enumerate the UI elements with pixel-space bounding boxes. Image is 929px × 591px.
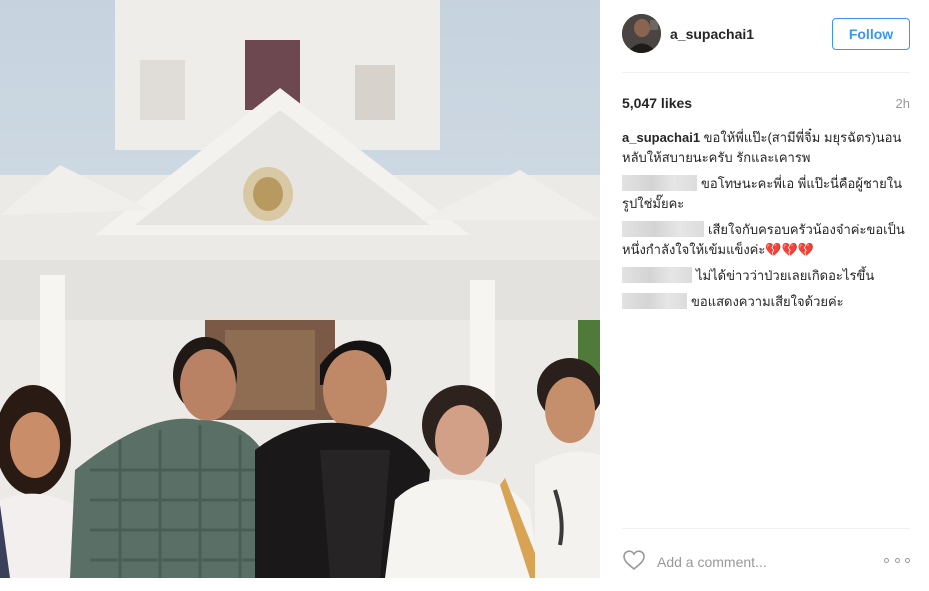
comment-item: ขอโทษนะคะพี่เอ พี่แป๊ะนี่คือผู้ชายในรูปใ… <box>622 174 912 214</box>
redacted-username <box>622 293 687 309</box>
redacted-username <box>622 175 697 191</box>
comment-item: ขอแสดงความเสียใจด้วยค่ะ <box>622 292 912 312</box>
add-comment-input[interactable] <box>657 552 877 572</box>
more-options-icon[interactable] <box>884 553 910 567</box>
avatar[interactable] <box>622 14 661 53</box>
follow-button[interactable]: Follow <box>832 18 910 50</box>
post-photo[interactable] <box>0 0 600 578</box>
post-time[interactable]: 2h <box>896 96 910 111</box>
comment-author[interactable]: a_supachai1 <box>622 130 700 145</box>
redacted-username <box>622 267 692 283</box>
comment-item: เสียใจกับครอบครัวน้องจ๋าค่ะขอเป็นหนึ่งกำ… <box>622 220 912 260</box>
comment-list: a_supachai1 ขอให้พี่แป๊ะ(สามีพี่จิ๋ม มยุ… <box>622 128 912 318</box>
comment-text: ขอแสดงความเสียใจด้วยค่ะ <box>691 294 844 309</box>
avatar-image <box>622 14 661 53</box>
post-photo-image <box>0 0 600 578</box>
likes-count[interactable]: 5,047 likes <box>622 95 692 111</box>
comment-item: a_supachai1 ขอให้พี่แป๊ะ(สามีพี่จิ๋ม มยุ… <box>622 128 912 168</box>
post-side-panel: a_supachai1 Follow 5,047 likes 2h a_supa… <box>600 0 929 591</box>
divider <box>622 528 910 529</box>
username[interactable]: a_supachai1 <box>670 26 754 42</box>
comment-text: ไม่ได้ข่าวว่าป่วยเลยเกิดอะไรขึ้น <box>696 268 875 283</box>
divider <box>622 72 910 73</box>
post-header: a_supachai1 Follow <box>622 14 910 54</box>
comment-item: ไม่ได้ข่าวว่าป่วยเลยเกิดอะไรขึ้น <box>622 266 912 286</box>
post-footer <box>622 547 910 577</box>
redacted-username <box>622 221 704 237</box>
heart-outline-icon[interactable] <box>622 549 646 573</box>
